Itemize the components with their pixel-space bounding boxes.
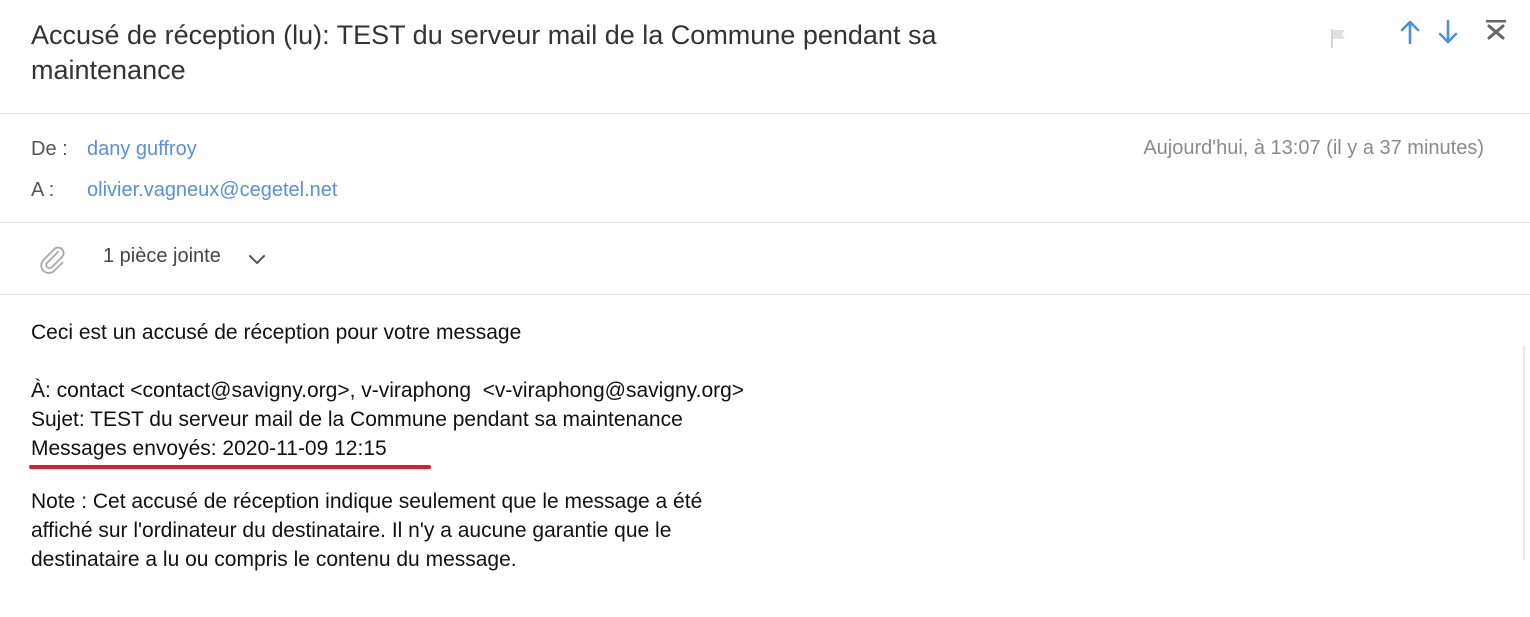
next-message-button[interactable] <box>1434 18 1462 46</box>
message-subject: Accusé de réception (lu): TEST du serveu… <box>31 20 937 85</box>
close-button[interactable] <box>1482 16 1510 44</box>
highlight-underline <box>29 465 431 469</box>
body-intro: Ceci est un accusé de réception pour vot… <box>31 321 522 344</box>
message-meta: De : dany guffroy A : olivier.vagneux@ce… <box>0 114 1530 223</box>
body-sent-line: Messages envoyés: 2020-11-09 12:15 <box>31 437 387 460</box>
body-note-line-2: affiché sur l'ordinateur du destinataire… <box>31 519 672 542</box>
body-note-line-1: Note : Cet accusé de réception indique s… <box>31 490 703 513</box>
body-to-line: À: contact <contact@savigny.org>, v-vira… <box>31 379 745 402</box>
message-date: Aujourd'hui, à 13:07 (il y a 37 minutes) <box>1143 137 1484 159</box>
flag-button[interactable] <box>1324 24 1352 52</box>
flag-icon <box>1331 29 1345 48</box>
close-icon <box>1486 20 1506 40</box>
message-body: Ceci est un accusé de réception pour vot… <box>31 318 1131 574</box>
from-label: De : <box>31 138 68 160</box>
arrow-up-icon <box>1400 20 1420 45</box>
paperclip-icon <box>40 246 65 274</box>
message-view: Accusé de réception (lu): TEST du serveu… <box>0 0 1530 617</box>
arrow-down-icon <box>1438 19 1458 44</box>
message-header: Accusé de réception (lu): TEST du serveu… <box>0 0 1530 114</box>
to-label: A : <box>31 179 55 201</box>
recipient-link[interactable]: olivier.vagneux@cegetel.net <box>87 179 337 202</box>
previous-message-button[interactable] <box>1396 18 1424 46</box>
chevron-down-icon[interactable] <box>247 251 267 267</box>
attachments-toggle[interactable]: 1 pièce jointe <box>103 245 221 268</box>
body-note-line-3: destinataire a lu ou compris le contenu … <box>31 548 517 571</box>
attachments-bar: 1 pièce jointe <box>0 223 1530 295</box>
scrollbar[interactable] <box>1523 345 1525 560</box>
sender-link[interactable]: dany guffroy <box>87 138 197 161</box>
body-subject-line: Sujet: TEST du serveur mail de la Commun… <box>31 408 683 431</box>
